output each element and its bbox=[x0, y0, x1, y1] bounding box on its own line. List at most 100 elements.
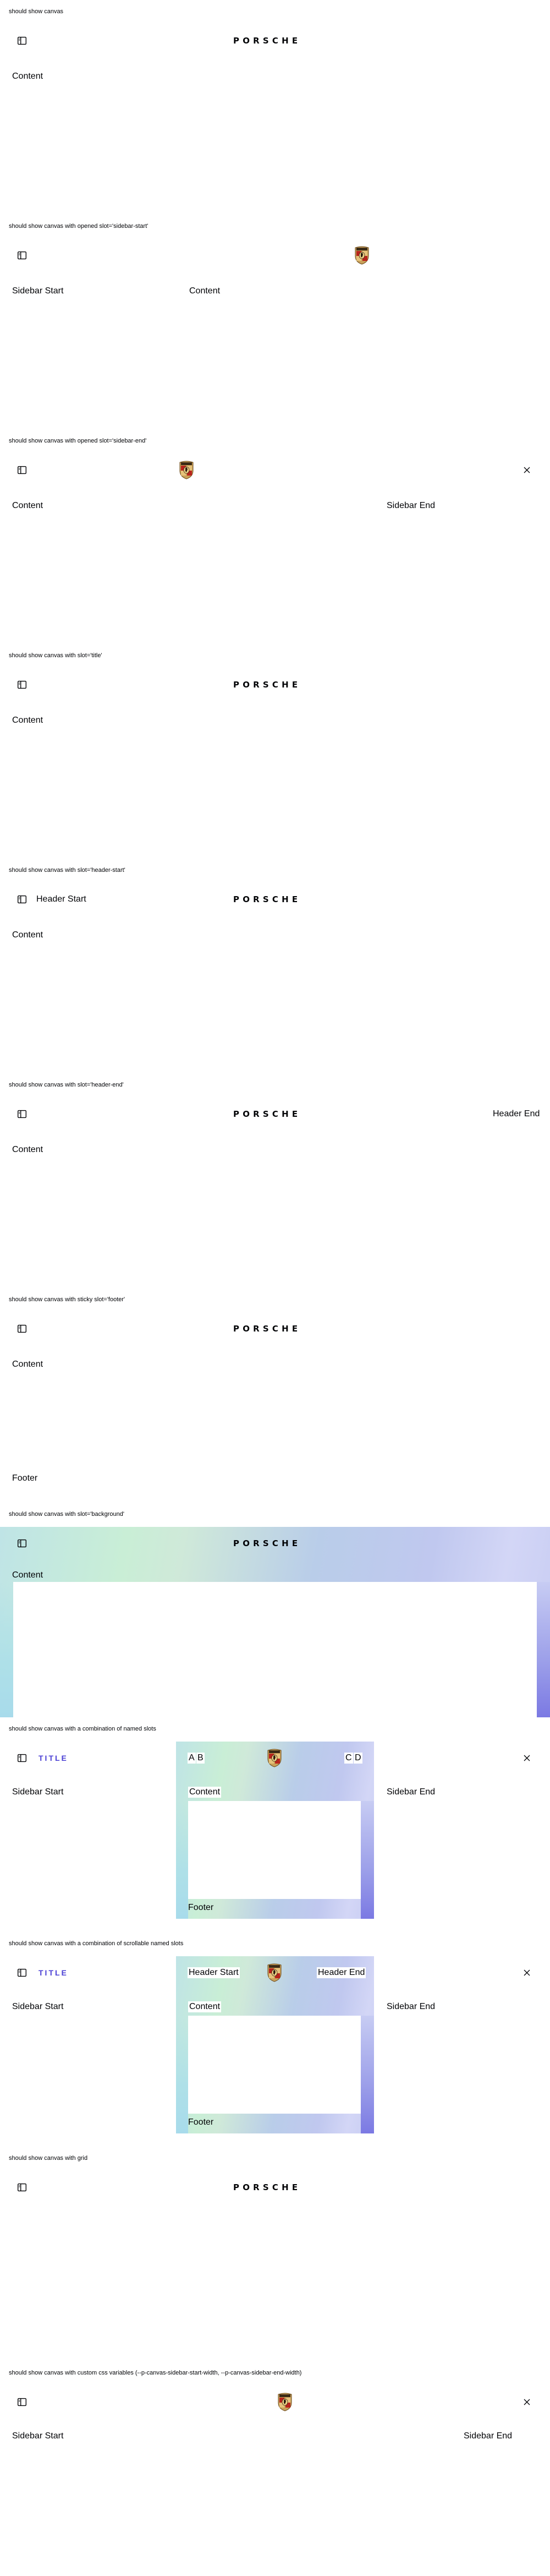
porsche-crest-icon[interactable] bbox=[278, 2393, 292, 2411]
content-text: Content bbox=[12, 1145, 43, 1154]
sidebar-toggle-icon[interactable] bbox=[14, 892, 30, 907]
close-icon[interactable] bbox=[519, 2394, 535, 2410]
demo-title-slot: should show canvas with slot='title' POR… bbox=[0, 644, 550, 859]
sidebar-toggle-icon[interactable] bbox=[14, 677, 30, 692]
sidebar-end-text: Sidebar End bbox=[387, 2002, 436, 2011]
content-text: Content bbox=[12, 930, 43, 940]
demo-title: should show canvas with slot='header-end… bbox=[9, 1082, 124, 1088]
header-start-text: Header Start bbox=[188, 1967, 240, 1978]
sidebar-toggle-icon[interactable] bbox=[14, 1750, 30, 1766]
header-end-text: Header End bbox=[317, 1967, 366, 1978]
content-text: Content bbox=[189, 286, 221, 296]
sidebar-start-text: Sidebar Start bbox=[12, 1787, 64, 1797]
sidebar-start-text: Sidebar Start bbox=[12, 286, 64, 296]
background-gradient-right bbox=[537, 1582, 550, 1717]
footer-text: Footer bbox=[188, 2117, 214, 2127]
header-end-d: D bbox=[354, 1753, 362, 1764]
sidebar-end-text: Sidebar End bbox=[387, 1787, 436, 1797]
background-gradient-left bbox=[176, 1801, 188, 1919]
porsche-crest-icon[interactable] bbox=[267, 1963, 282, 1982]
sidebar-end-text: Sidebar End bbox=[387, 501, 436, 510]
porsche-wordmark[interactable]: PORSCHE bbox=[233, 1324, 301, 1333]
sidebar-toggle-icon[interactable] bbox=[14, 1965, 30, 1980]
sidebar-toggle-icon[interactable] bbox=[14, 2180, 30, 2195]
sidebar-toggle-icon[interactable] bbox=[14, 1536, 30, 1551]
content-area bbox=[188, 1801, 361, 1899]
porsche-wordmark[interactable]: PORSCHE bbox=[233, 680, 301, 689]
canvas: Sidebar Start Sidebar End bbox=[0, 2386, 550, 2576]
demo-title: should show canvas with opened slot='sid… bbox=[9, 438, 147, 444]
demo-title: should show canvas with slot='header-sta… bbox=[9, 867, 125, 874]
demo-sticky-footer: should show canvas with sticky slot='foo… bbox=[0, 1288, 550, 1503]
canvas: PORSCHE Content bbox=[0, 24, 550, 215]
sidebar-toggle-icon[interactable] bbox=[14, 248, 30, 263]
demo-title: should show canvas with grid bbox=[9, 2155, 88, 2162]
demo-sidebar-start: should show canvas with opened slot='sid… bbox=[0, 215, 550, 429]
content-text: Content bbox=[188, 2001, 222, 2012]
demo-title: should show canvas with custom css varia… bbox=[9, 2370, 302, 2376]
sidebar-end-text: Sidebar End bbox=[464, 2431, 513, 2441]
canvas: PORSCHE Content Footer bbox=[0, 1312, 550, 1503]
demo-title: should show canvas bbox=[9, 8, 64, 15]
close-icon[interactable] bbox=[519, 1750, 535, 1766]
sidebar-toggle-icon[interactable] bbox=[14, 33, 30, 48]
porsche-wordmark[interactable]: PORSCHE bbox=[233, 895, 301, 904]
demo-custom-css-variables: should show canvas with custom css varia… bbox=[0, 2361, 550, 2576]
porsche-wordmark[interactable]: PORSCHE bbox=[233, 1539, 301, 1548]
canvas: Sidebar Start Content bbox=[0, 239, 550, 429]
demo-header-start: should show canvas with slot='header-sta… bbox=[0, 859, 550, 1073]
demo-canvas: should show canvas PORSCHE Content bbox=[0, 0, 550, 215]
demo-title: should show canvas with a combination of… bbox=[9, 1726, 156, 1732]
demo-title: should show canvas with slot='title' bbox=[9, 652, 102, 659]
canvas: PORSCHE bbox=[0, 2171, 550, 2361]
demo-named-slots: should show canvas with a combination of… bbox=[0, 1717, 550, 1932]
canvas: PORSCHE Content bbox=[0, 1527, 550, 1717]
porsche-wordmark[interactable]: PORSCHE bbox=[233, 36, 301, 45]
canvas: PORSCHE Content bbox=[0, 668, 550, 859]
canvas: TITLE A B C D Sidebar Start Content Side… bbox=[0, 1742, 550, 1932]
content-text: Content bbox=[12, 501, 43, 510]
background-gradient-left bbox=[0, 1582, 13, 1717]
porsche-crest-icon[interactable] bbox=[355, 246, 369, 265]
canvas: Header Start PORSCHE Content bbox=[0, 883, 550, 1073]
footer-text: Footer bbox=[12, 1473, 38, 1483]
content-area bbox=[13, 1582, 537, 1717]
demo-scrollable-named-slots: should show canvas with a combination of… bbox=[0, 1932, 550, 2147]
header-start-a: A bbox=[188, 1753, 196, 1764]
sidebar-toggle-icon[interactable] bbox=[14, 462, 30, 478]
header-start-b: B bbox=[196, 1753, 205, 1764]
footer-text: Footer bbox=[188, 1903, 214, 1912]
demo-background: should show canvas with slot='background… bbox=[0, 1503, 550, 1717]
header-end-text: Header End bbox=[493, 1109, 540, 1118]
content-text: Content bbox=[12, 72, 43, 81]
porsche-wordmark[interactable]: PORSCHE bbox=[233, 2183, 301, 2192]
demo-grid: should show canvas with grid PORSCHE bbox=[0, 2147, 550, 2361]
close-icon[interactable] bbox=[519, 1965, 535, 1980]
header-start-text: Header Start bbox=[36, 894, 86, 904]
background-gradient-right bbox=[361, 1801, 374, 1919]
demo-title: should show canvas with a combination of… bbox=[9, 1940, 184, 1947]
canvas: PORSCHE Header End Content bbox=[0, 1098, 550, 1288]
content-text: Content bbox=[12, 1360, 43, 1369]
sidebar-start-text: Sidebar Start bbox=[12, 2002, 64, 2011]
canvas: Content Sidebar End bbox=[0, 454, 550, 644]
content-text: Content bbox=[188, 1787, 222, 1798]
title-link[interactable]: TITLE bbox=[38, 1968, 68, 1977]
content-text: Content bbox=[12, 716, 43, 725]
content-area bbox=[188, 2016, 361, 2114]
porsche-wordmark[interactable]: PORSCHE bbox=[233, 1110, 301, 1118]
header-end-c: C bbox=[344, 1753, 353, 1764]
sidebar-toggle-icon[interactable] bbox=[14, 1321, 30, 1336]
demo-sidebar-end: should show canvas with opened slot='sid… bbox=[0, 429, 550, 644]
demo-header-end: should show canvas with slot='header-end… bbox=[0, 1073, 550, 1288]
background-gradient-right bbox=[361, 2016, 374, 2133]
sidebar-toggle-icon[interactable] bbox=[14, 1106, 30, 1122]
close-icon[interactable] bbox=[519, 462, 535, 478]
title-link[interactable]: TITLE bbox=[38, 1754, 68, 1762]
sidebar-toggle-icon[interactable] bbox=[14, 2394, 30, 2410]
background-gradient-left bbox=[176, 2016, 188, 2133]
porsche-crest-icon[interactable] bbox=[179, 461, 194, 479]
porsche-crest-icon[interactable] bbox=[267, 1749, 282, 1767]
content-text: Content bbox=[12, 1570, 43, 1580]
demo-title: should show canvas with sticky slot='foo… bbox=[9, 1296, 125, 1303]
